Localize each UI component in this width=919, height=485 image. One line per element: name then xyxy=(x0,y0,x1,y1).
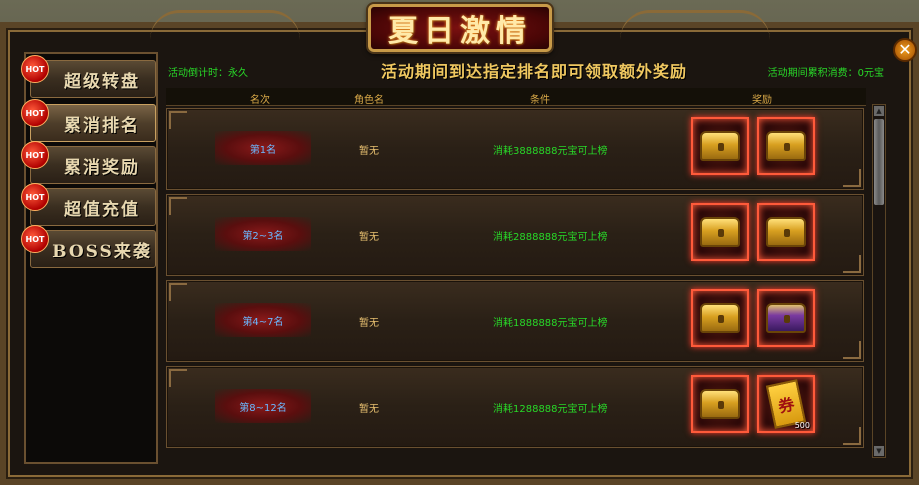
scroll-down-icon[interactable]: ▼ xyxy=(874,446,884,456)
reward-slot[interactable] xyxy=(691,117,749,175)
corner-ornament xyxy=(169,111,187,129)
item-quantity: 500 xyxy=(794,421,810,430)
corner-ornament xyxy=(169,197,187,215)
reward-slot[interactable] xyxy=(757,117,815,175)
hot-badge-icon: HOT xyxy=(21,99,49,127)
purple-chest-icon xyxy=(766,303,806,333)
corner-ornament xyxy=(843,427,861,445)
header-role: 角色名 xyxy=(354,95,384,106)
event-banner: 活动期间到达指定排名即可领取额外奖励 xyxy=(380,62,687,81)
role-name: 暂无 xyxy=(359,146,379,157)
corner-ornament xyxy=(843,341,861,359)
title-plaque: 夏日激情 xyxy=(368,4,552,52)
ornament-right xyxy=(620,10,770,40)
reward-slot[interactable] xyxy=(691,203,749,261)
rank-text: 第8~12名 xyxy=(239,402,287,414)
rank-badge: 第2~3名 xyxy=(215,217,311,251)
sidebar-item-super-recharge[interactable]: HOT 超值充值 xyxy=(21,183,156,226)
corner-ornament xyxy=(843,169,861,187)
condition-text: 消耗1288888元宝可上榜 xyxy=(493,404,608,415)
hot-badge-icon: HOT xyxy=(21,183,49,211)
close-button[interactable]: ✕ xyxy=(893,38,917,62)
gold-chest-icon xyxy=(766,217,806,247)
rank-badge: 第1名 xyxy=(215,131,311,165)
scroll-thumb[interactable] xyxy=(874,119,884,205)
role-name: 暂无 xyxy=(359,232,379,243)
rank-text: 第1名 xyxy=(249,144,277,156)
condition-text: 消耗1888888元宝可上榜 xyxy=(493,318,608,329)
table-row: 第8~12名 暂无 消耗1288888元宝可上榜 券 500 xyxy=(166,366,864,448)
countdown-text: 活动倒计时：永久 xyxy=(168,68,248,79)
rank-text: 第2~3名 xyxy=(242,230,284,242)
role-name: 暂无 xyxy=(359,404,379,415)
corner-ornament xyxy=(169,283,187,301)
rank-badge: 第8~12名 xyxy=(215,389,311,423)
sidebar-item-label: BOSS来袭 xyxy=(52,241,152,262)
corner-ornament xyxy=(843,255,861,273)
table-row: 第4~7名 暂无 消耗1888888元宝可上榜 xyxy=(166,280,864,362)
title-plaque-wrap: 夏日激情 xyxy=(350,0,570,56)
sidebar-item-label: 超级转盘 xyxy=(64,71,140,92)
table-row: 第1名 暂无 消耗3888888元宝可上榜 xyxy=(166,108,864,190)
sidebar-item-label: 累消排名 xyxy=(64,115,140,136)
hot-badge-icon: HOT xyxy=(21,225,49,253)
reward-slot[interactable] xyxy=(757,203,815,261)
header-condition: 条件 xyxy=(530,95,550,106)
hot-badge-icon: HOT xyxy=(21,141,49,169)
gold-chest-icon xyxy=(700,389,740,419)
corner-ornament xyxy=(169,369,187,387)
sidebar-item-label: 超值充值 xyxy=(64,199,140,220)
total-consume-text: 活动期间累积消费：0元宝 xyxy=(767,68,884,79)
scrollbar[interactable]: ▲ ▼ xyxy=(872,104,886,458)
rank-badge: 第4~7名 xyxy=(215,303,311,337)
gold-chest-icon xyxy=(766,131,806,161)
sidebar: HOT 超级转盘 HOT 累消排名 HOT 累消奖励 HOT 超值充值 HOT … xyxy=(21,52,158,464)
header-reward: 奖励 xyxy=(752,95,772,106)
sidebar-item-consume-reward[interactable]: HOT 累消奖励 xyxy=(21,141,156,184)
hot-badge-icon: HOT xyxy=(21,55,49,83)
table-row: 第2~3名 暂无 消耗2888888元宝可上榜 xyxy=(166,194,864,276)
reward-slot[interactable] xyxy=(757,289,815,347)
header-rank: 名次 xyxy=(250,95,270,106)
gold-chest-icon xyxy=(700,131,740,161)
role-name: 暂无 xyxy=(359,318,379,329)
info-bar: 活动倒计时：永久 活动期间到达指定排名即可领取额外奖励 活动期间累积消费：0元宝 xyxy=(164,52,890,88)
reward-slot[interactable] xyxy=(691,289,749,347)
rank-text: 第4~7名 xyxy=(242,316,284,328)
scroll-up-icon[interactable]: ▲ xyxy=(874,106,884,116)
sidebar-item-label: 累消奖励 xyxy=(64,157,140,178)
ornament-left xyxy=(150,10,300,40)
sidebar-item-super-wheel[interactable]: HOT 超级转盘 xyxy=(21,55,156,98)
reward-slot[interactable] xyxy=(691,375,749,433)
close-icon: ✕ xyxy=(898,40,912,59)
main-panel: 活动倒计时：永久 活动期间到达指定排名即可领取额外奖励 活动期间累积消费：0元宝… xyxy=(164,52,890,464)
gold-chest-icon xyxy=(700,303,740,333)
gold-chest-icon xyxy=(700,217,740,247)
table-header: 名次 角色名 条件 奖励 xyxy=(166,88,866,106)
window-title: 夏日激情 xyxy=(388,14,532,49)
sidebar-item-boss-raid[interactable]: HOT BOSS来袭 xyxy=(21,225,156,268)
sidebar-item-consume-rank[interactable]: HOT 累消排名 xyxy=(21,99,156,142)
condition-text: 消耗3888888元宝可上榜 xyxy=(493,146,608,157)
condition-text: 消耗2888888元宝可上榜 xyxy=(493,232,608,243)
reward-slot[interactable]: 券 500 xyxy=(757,375,815,433)
